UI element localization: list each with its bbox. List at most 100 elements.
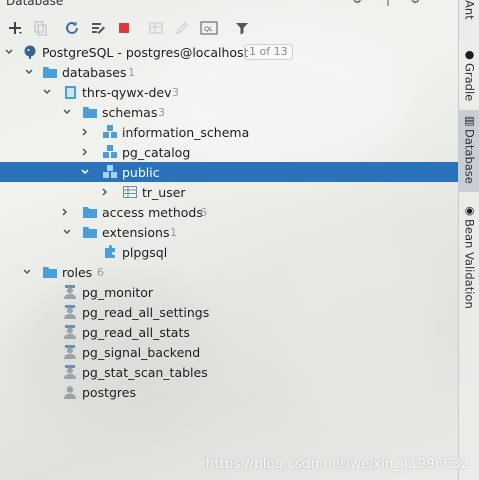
chevron-down-icon[interactable] bbox=[4, 47, 14, 57]
extensions-label: extensions bbox=[102, 224, 170, 240]
chevron-right-icon[interactable] bbox=[100, 187, 110, 197]
folder-icon bbox=[42, 64, 58, 80]
folder-icon bbox=[82, 104, 98, 120]
connection-badge: 1 of 13 bbox=[244, 44, 293, 60]
tree-node-table[interactable]: tr_user bbox=[0, 182, 458, 202]
chevron-right-icon[interactable] bbox=[80, 147, 90, 157]
tab-label: Database bbox=[462, 129, 477, 184]
extension-icon bbox=[102, 244, 118, 260]
roles-label: roles bbox=[62, 264, 93, 280]
panel-title-bar: Database ⚙ | ⚙ bbox=[0, 0, 458, 8]
separator-icon: | bbox=[386, 0, 390, 6]
schemas-label: schemas bbox=[102, 104, 158, 120]
extension-label: plpgsql bbox=[122, 244, 168, 260]
query-console-icon[interactable]: QL bbox=[199, 18, 219, 38]
panel-title: Database bbox=[6, 0, 64, 8]
folder-icon bbox=[42, 264, 58, 280]
database-label: thrs-qywx-dev bbox=[82, 84, 172, 100]
schema-icon bbox=[102, 124, 118, 140]
gear-icon[interactable]: ⚙ bbox=[410, 0, 421, 6]
database-icon bbox=[62, 84, 78, 100]
postgresql-icon bbox=[22, 44, 38, 60]
folder-icon bbox=[82, 204, 98, 220]
tree-node-role[interactable]: pg_read_all_settings bbox=[0, 302, 458, 322]
databases-label: databases bbox=[62, 64, 127, 80]
tree-node-extension[interactable]: plpgsql bbox=[0, 242, 458, 262]
tree-node-schemas[interactable]: schemas 3 bbox=[0, 102, 458, 122]
user-icon bbox=[62, 304, 78, 320]
tool-window-strip: Ant ● Gradle ▤ Database ◉ Bean Validatio… bbox=[458, 0, 479, 480]
schema-icon bbox=[102, 164, 118, 180]
schema-edit-icon[interactable] bbox=[88, 18, 108, 38]
tab-label: Ant bbox=[462, 0, 477, 20]
database-icon: ▤ bbox=[464, 114, 475, 127]
chevron-right-icon[interactable] bbox=[80, 127, 90, 137]
tree-node-role[interactable]: pg_monitor bbox=[0, 282, 458, 302]
chevron-down-icon[interactable] bbox=[42, 87, 52, 97]
watermark: https://blog.csdn.net/weixin_41996632 bbox=[205, 456, 469, 472]
tab-ant[interactable]: Ant bbox=[459, 0, 479, 34]
folder-icon bbox=[82, 224, 98, 240]
user-icon bbox=[62, 284, 78, 300]
tab-label: Bean Validation bbox=[462, 219, 477, 309]
tab-bean-validation[interactable]: ◉ Bean Validation bbox=[459, 204, 479, 314]
role-label: pg_read_all_stats bbox=[82, 324, 190, 340]
tab-database[interactable]: ▤ Database bbox=[459, 110, 479, 192]
tree-node-schema[interactable]: pg_catalog bbox=[0, 142, 458, 162]
chevron-down-icon[interactable] bbox=[24, 67, 34, 77]
user-icon bbox=[62, 324, 78, 340]
tree-node-access-methods[interactable]: access methods 6 bbox=[0, 202, 458, 222]
user-icon bbox=[62, 344, 78, 360]
role-label: pg_signal_backend bbox=[82, 344, 201, 360]
tree-node-role[interactable]: postgres bbox=[0, 382, 458, 402]
schema-label: information_schema bbox=[122, 124, 250, 140]
filter-icon[interactable] bbox=[232, 18, 252, 38]
tree-node-roles[interactable]: roles 6 bbox=[0, 262, 458, 282]
stop-icon[interactable] bbox=[114, 18, 134, 38]
user-icon bbox=[62, 364, 78, 380]
tree-node-connection[interactable]: PostgreSQL - postgres@localhost 1 of 13 bbox=[0, 42, 458, 62]
schema-label: public bbox=[122, 164, 160, 180]
edit-icon[interactable] bbox=[172, 18, 192, 38]
add-icon[interactable] bbox=[5, 18, 25, 38]
schema-icon bbox=[102, 144, 118, 160]
settings-icon[interactable]: ⚙ bbox=[352, 0, 363, 6]
refresh-icon[interactable] bbox=[62, 18, 82, 38]
chevron-down-icon[interactable] bbox=[62, 107, 72, 117]
table-icon bbox=[122, 184, 138, 200]
tree-node-extensions[interactable]: extensions 1 bbox=[0, 222, 458, 242]
connection-label: PostgreSQL - postgres@localhost bbox=[42, 44, 249, 60]
role-label: postgres bbox=[82, 384, 136, 400]
databases-count: 1 bbox=[128, 65, 135, 79]
tree-node-role[interactable]: pg_stat_scan_tables bbox=[0, 362, 458, 382]
schema-label: pg_catalog bbox=[122, 144, 191, 160]
access-methods-label: access methods bbox=[102, 204, 203, 220]
table-icon[interactable] bbox=[146, 18, 166, 38]
database-count: 3 bbox=[172, 85, 179, 99]
chevron-down-icon[interactable] bbox=[22, 267, 32, 277]
toolbar: QL bbox=[0, 14, 458, 40]
chevron-down-icon[interactable] bbox=[80, 167, 90, 177]
tab-gradle[interactable]: ● Gradle bbox=[459, 48, 479, 106]
tree-node-role[interactable]: pg_signal_backend bbox=[0, 342, 458, 362]
chevron-right-icon[interactable] bbox=[60, 207, 70, 217]
role-label: pg_monitor bbox=[82, 284, 154, 300]
tree-node-schema-selected[interactable]: public bbox=[0, 162, 458, 182]
tree-node-role[interactable]: pg_read_all_stats bbox=[0, 322, 458, 342]
role-label: pg_read_all_settings bbox=[82, 304, 210, 320]
bean-icon: ◉ bbox=[464, 204, 475, 217]
copy-icon[interactable] bbox=[30, 18, 50, 38]
gradle-icon: ● bbox=[464, 48, 475, 61]
schemas-count: 3 bbox=[158, 105, 165, 119]
svg-text:QL: QL bbox=[204, 25, 213, 33]
access-methods-count: 6 bbox=[200, 205, 207, 219]
user-icon bbox=[62, 384, 78, 400]
table-label: tr_user bbox=[142, 184, 186, 200]
tab-label: Gradle bbox=[462, 63, 477, 102]
roles-count: 6 bbox=[97, 265, 104, 279]
tree-node-databases[interactable]: databases 1 bbox=[0, 62, 458, 82]
tree-node-schema[interactable]: information_schema bbox=[0, 122, 458, 142]
role-label: pg_stat_scan_tables bbox=[82, 364, 208, 380]
chevron-down-icon[interactable] bbox=[62, 227, 72, 237]
tree-node-database[interactable]: thrs-qywx-dev 3 bbox=[0, 82, 458, 102]
